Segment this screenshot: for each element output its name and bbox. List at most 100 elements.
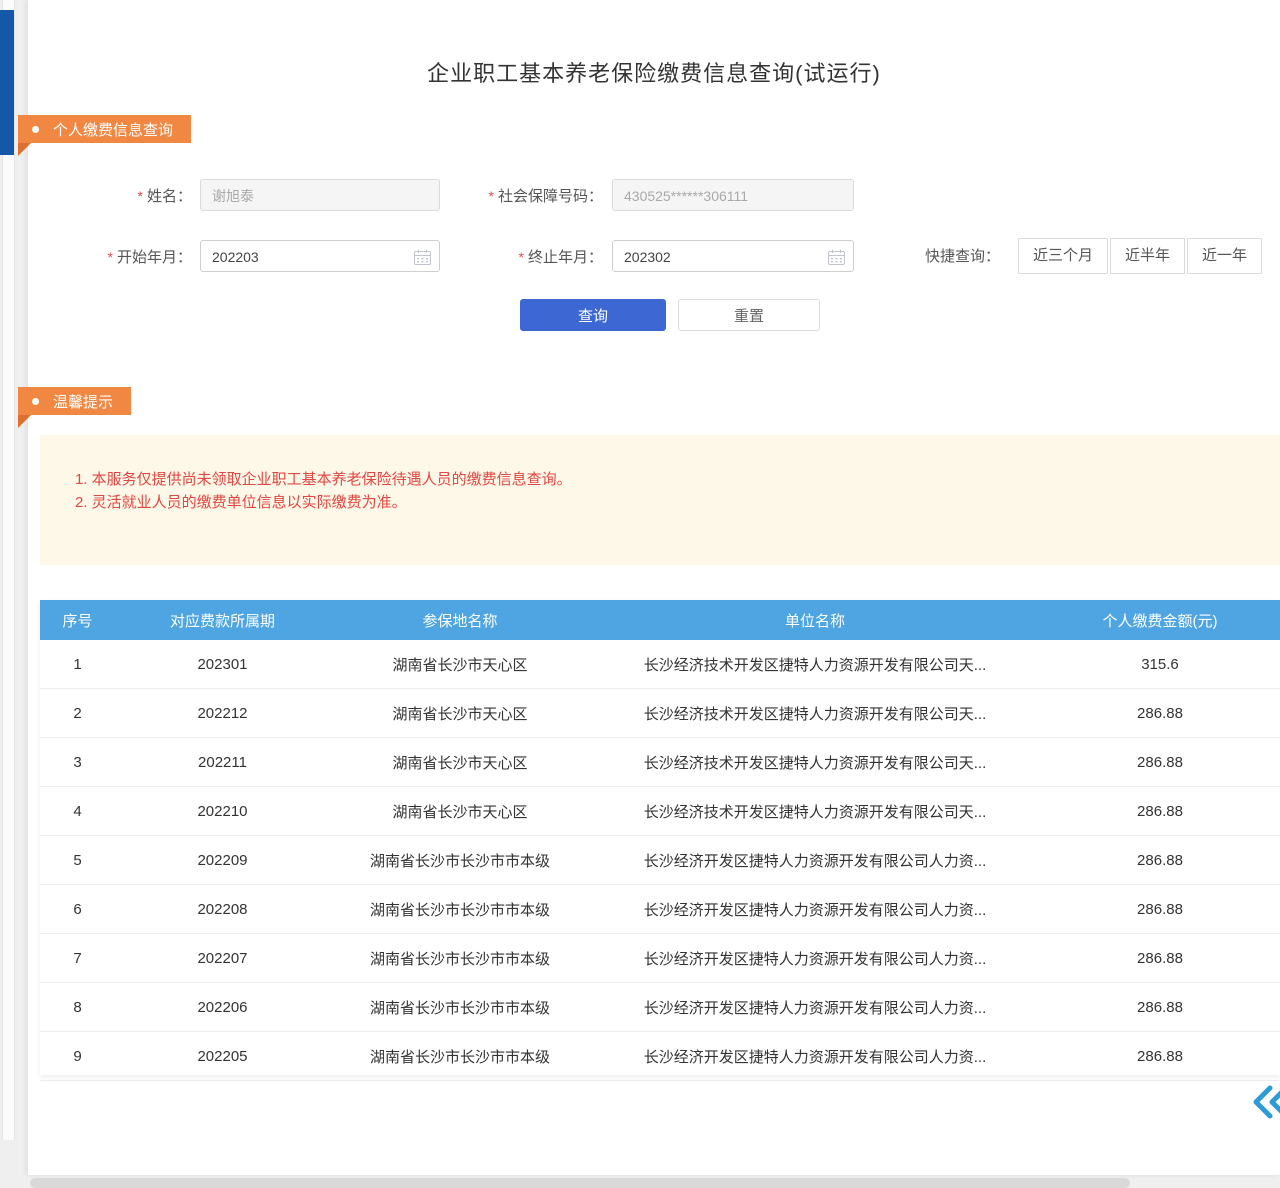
table-cell: 湖南省长沙市天心区 [330,787,590,835]
table-cell: 长沙经济技术开发区捷特人力资源开发有限公司天... [590,640,1040,688]
table-cell: 8 [40,983,115,1031]
table-row: 6202208湖南省长沙市长沙市市本级长沙经济开发区捷特人力资源开发有限公司人力… [40,885,1280,934]
quick-query-label: 快捷查询： [925,239,1010,275]
table-cell: 湖南省长沙市长沙市市本级 [330,983,590,1031]
table-cell: 长沙经济技术开发区捷特人力资源开发有限公司天... [590,738,1040,786]
bullet-dot-icon [32,126,39,133]
table-header-cell: 个人缴费金额(元) [1040,600,1280,640]
table-cell: 286.88 [1040,738,1280,786]
table-cell: 长沙经济开发区捷特人力资源开发有限公司人力资... [590,885,1040,933]
table-body: 1202301湖南省长沙市天心区长沙经济技术开发区捷特人力资源开发有限公司天..… [40,640,1280,1081]
horizontal-scrollbar[interactable] [30,1178,1130,1188]
table-cell: 湖南省长沙市天心区 [330,738,590,786]
table-cell: 202207 [115,934,330,982]
start-month-label: *开始年月： [80,239,192,275]
required-asterisk: * [519,249,524,265]
table-cell: 286.88 [1040,885,1280,933]
table-cell: 9 [40,1032,115,1080]
tips-notice-box: 1. 本服务仅提供尚未领取企业职工基本养老保险待遇人员的缴费信息查询。 2. 灵… [40,435,1280,565]
results-table: 序号对应费款所属期参保地名称单位名称个人缴费金额(元) 1202301湖南省长沙… [40,600,1280,1075]
quick-btn-last-half-year[interactable]: 近半年 [1110,238,1185,274]
table-cell: 湖南省长沙市长沙市市本级 [330,885,590,933]
table-cell: 1 [40,640,115,688]
section-badge-label: 个人缴费信息查询 [53,119,173,140]
end-month-label: *终止年月： [470,239,603,275]
table-cell: 长沙经济技术开发区捷特人力资源开发有限公司天... [590,689,1040,737]
table-row: 1202301湖南省长沙市天心区长沙经济技术开发区捷特人力资源开发有限公司天..… [40,640,1280,689]
table-row: 4202210湖南省长沙市天心区长沙经济技术开发区捷特人力资源开发有限公司天..… [40,787,1280,836]
table-cell: 286.88 [1040,1032,1280,1080]
pension-query-page: 企业职工基本养老保险缴费信息查询(试运行) 个人缴费信息查询 *姓名： 谢旭泰 … [0,0,1280,1188]
table-header-cell: 单位名称 [590,600,1040,640]
name-label: *姓名： [100,178,192,214]
table-row: 9202205湖南省长沙市长沙市市本级长沙经济开发区捷特人力资源开发有限公司人力… [40,1032,1280,1081]
section-badge-label: 温馨提示 [53,391,113,412]
table-row: 2202212湖南省长沙市天心区长沙经济技术开发区捷特人力资源开发有限公司天..… [40,689,1280,738]
table-cell: 长沙经济开发区捷特人力资源开发有限公司人力资... [590,934,1040,982]
reset-button[interactable]: 重置 [678,299,820,331]
table-row: 5202209湖南省长沙市长沙市市本级长沙经济开发区捷特人力资源开发有限公司人力… [40,836,1280,885]
start-month-input[interactable]: 202203 [200,240,440,272]
table-cell: 5 [40,836,115,884]
quick-btn-last-3-months[interactable]: 近三个月 [1018,238,1108,274]
table-cell: 长沙经济开发区捷特人力资源开发有限公司人力资... [590,1032,1040,1080]
query-button[interactable]: 查询 [520,299,666,331]
table-cell: 湖南省长沙市长沙市市本级 [330,934,590,982]
badge-fold-triangle [18,143,31,156]
table-cell: 286.88 [1040,934,1280,982]
calendar-icon [414,249,431,265]
table-cell: 长沙经济开发区捷特人力资源开发有限公司人力资... [590,983,1040,1031]
badge-fold-triangle [18,415,31,428]
tips-line-2: 2. 灵活就业人员的缴费单位信息以实际缴费为准。 [75,491,572,514]
calendar-icon [828,249,845,265]
left-rail [2,0,15,1140]
table-cell: 湖南省长沙市长沙市市本级 [330,1032,590,1080]
table-header-cell: 对应费款所属期 [115,600,330,640]
table-cell: 286.88 [1040,836,1280,884]
table-cell: 湖南省长沙市天心区 [330,689,590,737]
table-row: 7202207湖南省长沙市长沙市市本级长沙经济开发区捷特人力资源开发有限公司人力… [40,934,1280,983]
tips-line-1: 1. 本服务仅提供尚未领取企业职工基本养老保险待遇人员的缴费信息查询。 [75,468,572,491]
section-badge-personal-query: 个人缴费信息查询 [18,115,191,143]
table-cell: 202208 [115,885,330,933]
required-asterisk: * [138,188,143,204]
ssn-label: *社会保障号码： [440,178,603,214]
name-field: 谢旭泰 [200,179,440,211]
section-badge-tips: 温馨提示 [18,387,131,415]
table-cell: 286.88 [1040,689,1280,737]
quick-query-group: 近三个月 近半年 近一年 [1018,238,1262,274]
end-month-input[interactable]: 202302 [612,240,854,272]
table-cell: 7 [40,934,115,982]
table-row: 8202206湖南省长沙市长沙市市本级长沙经济开发区捷特人力资源开发有限公司人力… [40,983,1280,1032]
table-cell: 202210 [115,787,330,835]
required-asterisk: * [489,188,494,204]
table-header-row: 序号对应费款所属期参保地名称单位名称个人缴费金额(元) [40,600,1280,640]
table-cell: 4 [40,787,115,835]
table-cell: 286.88 [1040,983,1280,1031]
table-cell: 长沙经济技术开发区捷特人力资源开发有限公司天... [590,787,1040,835]
table-row: 3202211湖南省长沙市天心区长沙经济技术开发区捷特人力资源开发有限公司天..… [40,738,1280,787]
table-cell: 202211 [115,738,330,786]
table-cell: 315.6 [1040,640,1280,688]
left-rail-blue-block [0,10,14,155]
table-cell: 湖南省长沙市长沙市市本级 [330,836,590,884]
table-cell: 3 [40,738,115,786]
bullet-dot-icon [32,398,39,405]
page-title: 企业职工基本养老保险缴费信息查询(试运行) [28,56,1280,88]
table-header-cell: 序号 [40,600,115,640]
required-asterisk: * [108,249,113,265]
table-cell: 长沙经济开发区捷特人力资源开发有限公司人力资... [590,836,1040,884]
table-cell: 6 [40,885,115,933]
table-cell: 湖南省长沙市天心区 [330,640,590,688]
table-cell: 202209 [115,836,330,884]
table-cell: 2 [40,689,115,737]
table-cell: 286.88 [1040,787,1280,835]
double-chevron-left-icon[interactable] [1248,1080,1280,1124]
table-cell: 202206 [115,983,330,1031]
table-cell: 202212 [115,689,330,737]
table-cell: 202301 [115,640,330,688]
table-cell: 202205 [115,1032,330,1080]
ssn-field: 430525******306111 [612,179,854,211]
quick-btn-last-year[interactable]: 近一年 [1187,238,1262,274]
table-header-cell: 参保地名称 [330,600,590,640]
